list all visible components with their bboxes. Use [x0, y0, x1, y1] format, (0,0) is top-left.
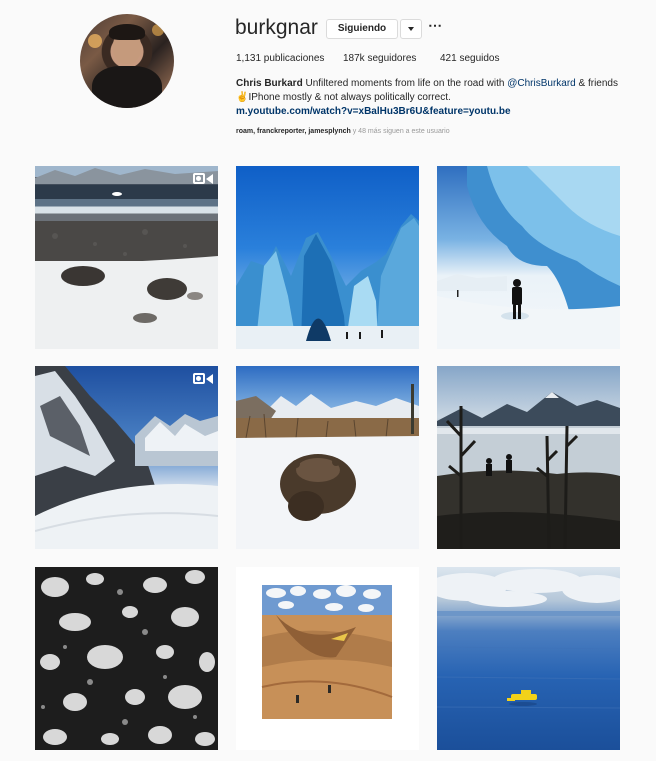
bear-scene [236, 384, 419, 549]
profile-full-name: Chris Burkard [236, 78, 303, 89]
beach-scene [35, 168, 218, 349]
ocean-scene [437, 569, 620, 709]
video-camera-icon [193, 372, 213, 386]
post-lake-dead-trees[interactable] [437, 366, 620, 549]
bio-website-link[interactable]: m.youtube.com/watch?v=xBalHu3Br6U&featur… [236, 105, 636, 119]
chevron-down-icon[interactable] [400, 19, 422, 39]
mountain-scene [35, 366, 218, 549]
followed-by-rest: y 48 más siguen a este usuario [352, 128, 450, 135]
video-camera-icon [193, 172, 213, 186]
bio-text-end: & friends [578, 78, 618, 89]
post-sea-ice-aerial[interactable] [35, 567, 218, 750]
lake-scene [437, 392, 620, 549]
sea-ice-scene [40, 570, 215, 746]
followed-by[interactable]: roam, franckreporter, jamesplynch y 48 m… [236, 128, 450, 135]
post-ice-cave-peaks[interactable] [236, 166, 419, 349]
following-count[interactable]: 421 seguidos [440, 53, 500, 64]
following-button[interactable]: Siguiendo [326, 19, 398, 39]
profile-avatar[interactable] [80, 14, 174, 108]
profile-username: burkgnar [235, 16, 318, 39]
post-ocean-plane[interactable] [437, 567, 620, 750]
profile-bio: Chris Burkard Unfiltered moments from li… [236, 77, 636, 119]
bio-mention-link[interactable]: @ChrisBurkard [507, 78, 576, 89]
bio-line-2: ✌️IPhone mostly & not always politically… [236, 92, 451, 103]
post-desert-illustration[interactable] [236, 567, 419, 750]
post-ice-cave-hiker[interactable] [437, 166, 620, 349]
followers-count[interactable]: 187k seguidores [343, 53, 416, 64]
desert-illustration [261, 585, 393, 719]
bio-text: Unfiltered moments from life on the road… [305, 78, 505, 89]
ice-cave-scene [437, 166, 620, 349]
post-mountain-glacier[interactable] [35, 366, 218, 549]
ellipsis-icon[interactable]: ⋯ [428, 17, 443, 34]
post-bear-snow[interactable] [236, 366, 419, 549]
post-beach-surf[interactable] [35, 166, 218, 349]
followed-by-names[interactable]: roam, franckreporter, jamesplynch [236, 128, 351, 135]
ice-peaks-scene [236, 214, 419, 349]
posts-count: 1,131 publicaciones [236, 53, 325, 64]
